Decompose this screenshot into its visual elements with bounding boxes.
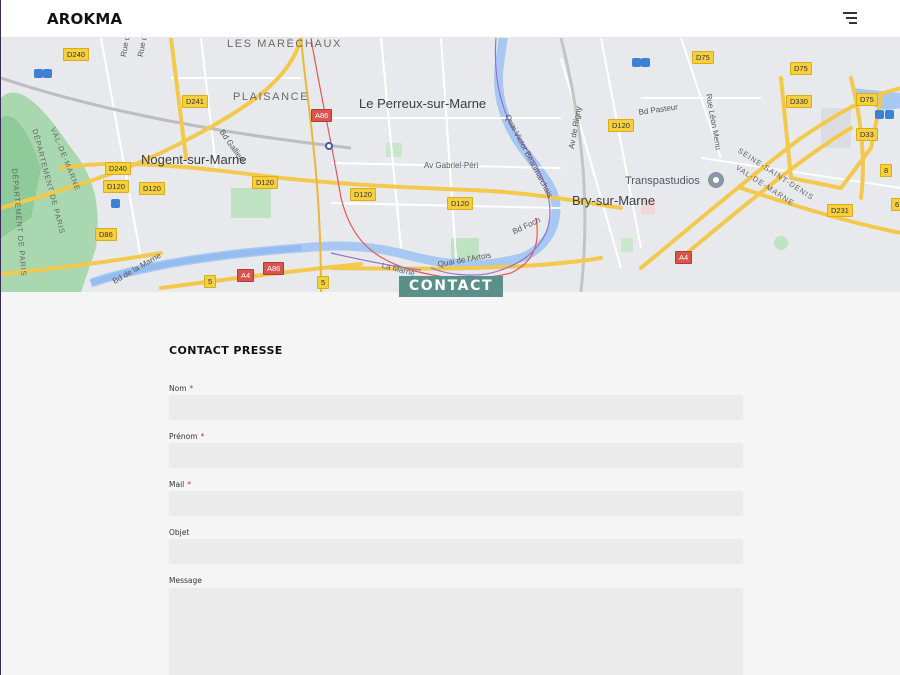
nom-label: Nom * — [169, 384, 194, 393]
road-badge: D330 — [786, 95, 812, 108]
road-badge: D120 — [608, 119, 634, 132]
train-station-icon — [632, 58, 641, 67]
road-badge: D240 — [105, 162, 131, 175]
road-badge: D231 — [827, 204, 853, 217]
mail-field[interactable] — [169, 491, 743, 516]
site-header: AROKMA — [1, 0, 900, 38]
metro-station-icon — [325, 142, 333, 150]
road-badge: D75 — [856, 93, 878, 106]
nom-field[interactable] — [169, 395, 743, 420]
map-pin-icon[interactable] — [709, 171, 723, 189]
train-station-icon — [885, 110, 894, 119]
road-badge: D120 — [350, 188, 376, 201]
train-station-icon — [875, 110, 884, 119]
train-station-icon — [43, 69, 52, 78]
road-badge: A4 — [237, 269, 255, 282]
road-badge: 5 — [204, 275, 217, 288]
road-badge: D120 — [139, 182, 165, 195]
site-logo[interactable]: AROKMA — [47, 10, 122, 28]
map-label-plaisance: PLAISANCE — [233, 91, 310, 103]
road-badge: D120 — [252, 176, 278, 189]
hamburger-menu-icon[interactable] — [839, 11, 859, 27]
mail-label: Mail * — [169, 480, 191, 489]
road-badge: 8 — [880, 164, 893, 177]
form-title: CONTACT PRESSE — [169, 344, 283, 357]
road-badge: A4 — [675, 251, 693, 264]
road-badge: D120 — [103, 180, 129, 193]
page: AROKMA LES MARÉCHAUX PLAISANCE Le Perreu… — [0, 0, 900, 675]
train-station-icon — [111, 199, 120, 208]
road-badge: A86 — [311, 109, 333, 122]
road-badge: 6 — [891, 198, 900, 211]
road-badge: D75 — [692, 51, 714, 64]
location-map[interactable]: LES MARÉCHAUX PLAISANCE Le Perreux-sur-M… — [1, 38, 900, 292]
message-label: Message — [169, 576, 202, 585]
road-badge: D75 — [790, 62, 812, 75]
prenom-label: Prénom * — [169, 432, 205, 441]
road-badge: A86 — [263, 262, 285, 275]
train-station-icon — [641, 58, 650, 67]
road-badge: D241 — [182, 95, 208, 108]
objet-field[interactable] — [169, 539, 743, 564]
road-badge: D33 — [856, 128, 878, 141]
message-field[interactable] — [169, 588, 743, 675]
road-badge: 5 — [317, 276, 330, 289]
map-label-le-perreux: Le Perreux-sur-Marne — [359, 96, 487, 111]
map-label-transpastudios: Transpastudios — [625, 175, 700, 187]
map-label-nogent: Nogent-sur-Marne — [141, 152, 247, 167]
road-badge: D120 — [447, 197, 473, 210]
map-label-les-marechaux: LES MARÉCHAUX — [227, 38, 342, 50]
road-badge: D240 — [63, 48, 89, 61]
prenom-field[interactable] — [169, 443, 743, 468]
objet-label: Objet — [169, 528, 190, 537]
train-station-icon — [34, 69, 43, 78]
contact-section-heading: CONTACT — [399, 276, 503, 297]
street-av-gabriel-peri: Av Gabriel-Péri — [424, 161, 479, 170]
map-label-bry: Bry-sur-Marne — [572, 193, 656, 208]
road-badge: D86 — [95, 228, 117, 241]
